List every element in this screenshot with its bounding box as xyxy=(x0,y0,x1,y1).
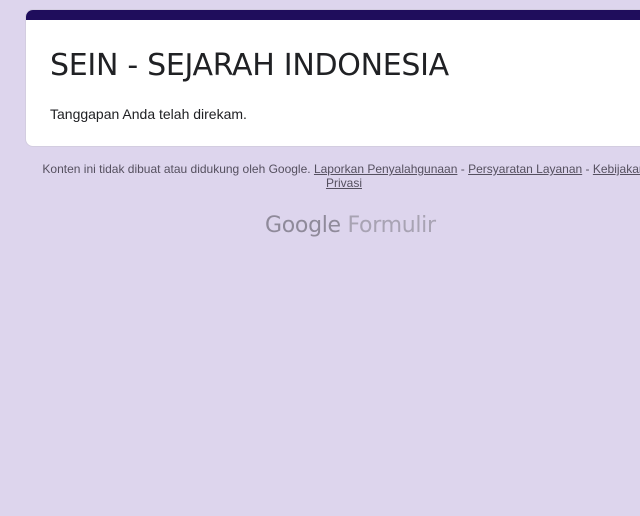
report-abuse-link[interactable]: Laporkan Penyalahgunaan xyxy=(314,162,457,176)
form-card: SEIN - SEJARAH INDONESIA Tanggapan Anda … xyxy=(25,9,640,147)
google-wordmark: Google xyxy=(265,213,341,238)
google-forms-logo[interactable]: Google Formulir xyxy=(265,212,436,240)
form-title: SEIN - SEJARAH INDONESIA xyxy=(50,48,449,83)
confirmation-message: Tanggapan Anda telah direkam. xyxy=(50,106,247,122)
footer-separator: - xyxy=(585,162,590,176)
terms-of-service-link[interactable]: Persyaratan Layanan xyxy=(468,162,582,176)
forms-wordmark: Formulir xyxy=(347,213,436,238)
footer-separator: - xyxy=(460,162,465,176)
card-accent-bar xyxy=(26,10,640,20)
footer-disclaimer: Konten ini tidak dibuat atau didukung ol… xyxy=(42,162,311,176)
footer: Konten ini tidak dibuat atau didukung ol… xyxy=(36,162,640,190)
